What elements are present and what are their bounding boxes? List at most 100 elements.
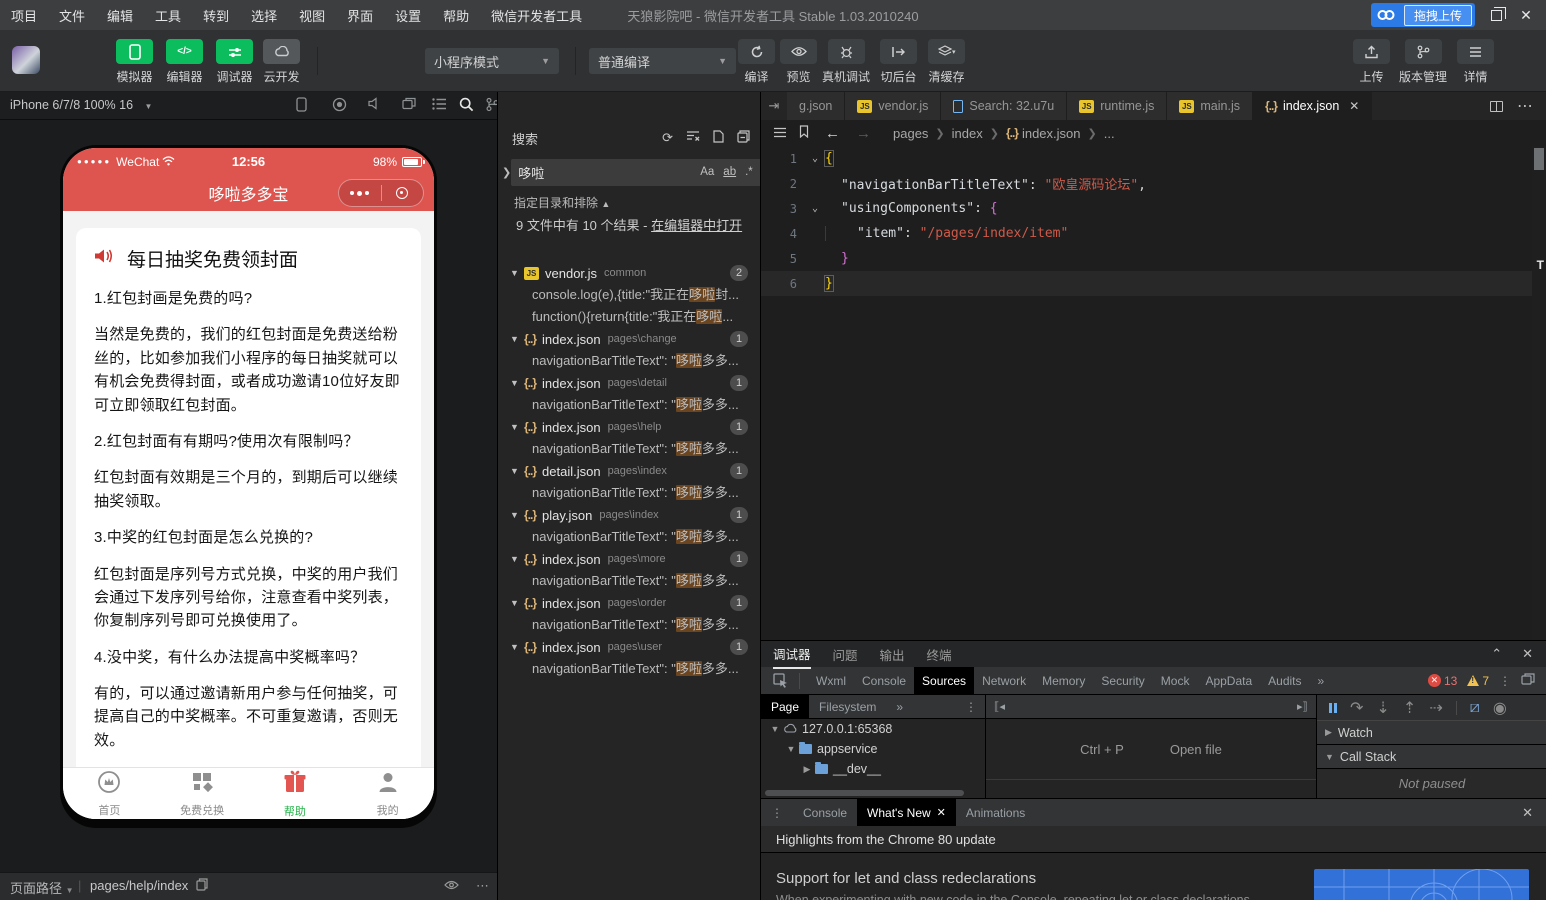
open-in-editor-link[interactable]: 在编辑器中打开 [651,218,742,233]
pin-tab-icon[interactable]: ⇥ [761,92,787,120]
whole-word-button[interactable]: ab [720,165,739,179]
result-group[interactable]: ▼{..} detail.jsonpages\index 1 [498,460,760,482]
devtools-tab-network[interactable]: Network [974,667,1034,694]
menu-devtools[interactable]: 微信开发者工具 [480,6,593,25]
drawer-tab-whats-new[interactable]: What's New✕ [857,799,956,826]
search-match[interactable]: navigationBarTitleText": "哆啦多多... [498,394,760,416]
tab-vendor-js[interactable]: JSvendor.js [845,92,941,120]
result-group[interactable]: ▼{..} play.jsonpages\index 1 [498,504,760,526]
refresh-search-icon[interactable]: ⟳ [662,130,673,146]
bookmark-icon[interactable] [799,125,809,141]
tab-terminal[interactable]: 终端 [927,641,952,668]
result-group[interactable]: ▼{..} index.jsonpages\order 1 [498,592,760,614]
result-group[interactable]: ▼{..} index.jsonpages\change 1 [498,328,760,350]
search-match[interactable]: function(){return{title:"我正在哆啦... [498,306,760,328]
editor-toggle-button[interactable]: </> 编辑器 [166,39,203,85]
search-match[interactable]: navigationBarTitleText": "哆啦多多... [498,570,760,592]
article-thumbnail[interactable] [1314,869,1529,900]
panel-right-icon[interactable]: ▸⟧ [1297,700,1308,713]
tree-horizontal-scrollbar[interactable] [765,790,981,796]
switch-background-button[interactable]: 切后台 [880,39,917,85]
capsule-menu[interactable] [338,179,424,207]
drawer-tab-animations[interactable]: Animations [956,799,1035,826]
compile-button[interactable]: 编译 [738,39,775,85]
visibility-icon[interactable] [444,878,459,893]
article-title[interactable]: Support for let and class redeclarations [776,870,1036,887]
rotate-device-icon[interactable] [296,97,307,115]
search-view-icon[interactable] [459,97,474,115]
deactivate-breakpoints-icon[interactable]: ⧄ [1470,699,1480,717]
tab-home[interactable]: 首页 [63,768,156,819]
open-search-editor-icon[interactable] [713,130,724,146]
menu-project[interactable]: 项目 [0,6,48,25]
tab-free-exchange[interactable]: 免费兑换 [156,768,249,819]
fold-icon[interactable]: ⌄ [805,203,825,214]
clear-cache-button[interactable]: ▾ 清缓存 [928,39,965,85]
upload-button[interactable]: 上传 [1353,39,1390,85]
version-control-button[interactable]: 版本管理 [1399,39,1447,85]
tab-search-editor[interactable]: Search: 32.u7u [941,92,1067,120]
preview-button[interactable]: 预览 [780,39,817,85]
multi-window-icon[interactable] [402,97,416,113]
more-actions-icon[interactable]: ⋯ [1517,96,1533,116]
menu-tools[interactable]: 工具 [144,6,192,25]
sources-tab-filesystem[interactable]: Filesystem [809,695,886,718]
menu-interface[interactable]: 界面 [336,6,384,25]
menu-file[interactable]: 文件 [48,6,96,25]
search-input[interactable] [518,165,694,180]
tree-node-appservice[interactable]: ▼ appservice [761,739,985,759]
search-match[interactable]: navigationBarTitleText": "哆啦多多... [498,438,760,460]
collapse-panel-icon[interactable]: ⌃ [1491,646,1502,662]
result-group[interactable]: ▼{..} index.jsonpages\help 1 [498,416,760,438]
sound-icon[interactable] [368,97,382,113]
drag-upload-button[interactable]: 拖拽上传 [1371,3,1475,27]
warning-count-badge[interactable]: 7 [1467,674,1489,688]
tree-menu-icon[interactable]: ⋮ [965,700,985,714]
tab-profile[interactable]: 我的 [341,768,434,819]
pause-script-icon[interactable] [1329,703,1337,713]
breadcrumb-file[interactable]: index.json [1022,126,1081,141]
close-tab-icon[interactable]: ✕ [1349,99,1359,113]
result-group-vendor[interactable]: ▼JS vendor.jscommon 2 [498,262,760,284]
devtools-tab-audits[interactable]: Audits [1260,667,1309,694]
more-options-icon[interactable]: ⋯ [476,878,489,894]
simulator-toggle-button[interactable]: 模拟器 [116,39,153,85]
drawer-tab-console[interactable]: Console [793,799,857,826]
tab-help[interactable]: 帮助 [249,768,342,819]
inspect-element-icon[interactable] [771,673,789,688]
outline-icon[interactable] [773,126,787,141]
devtools-tab-memory[interactable]: Memory [1034,667,1093,694]
devtools-tab-wxml[interactable]: Wxml [808,667,854,694]
regex-button[interactable]: .* [742,165,756,179]
cloud-dev-button[interactable]: 云开发 [263,39,300,85]
devtools-tab-sources[interactable]: Sources [914,667,974,694]
search-match[interactable]: navigationBarTitleText": "哆啦多多... [498,614,760,636]
match-case-button[interactable]: Aa [697,165,717,179]
devtools-menu-icon[interactable]: ⋮ [1499,674,1511,688]
error-count-badge[interactable]: ✕13 [1428,674,1457,688]
clear-results-icon[interactable] [686,130,700,146]
tab-problems[interactable]: 问题 [833,641,858,668]
devtools-tab-mock[interactable]: Mock [1153,667,1198,694]
close-window-button[interactable]: ✕ [1518,7,1534,24]
menu-settings[interactable]: 设置 [384,6,432,25]
open-file-label[interactable]: Open file [1170,742,1222,757]
restore-window-button[interactable] [1491,10,1502,21]
more-tabs-icon[interactable]: » [1310,667,1333,694]
copy-path-icon[interactable] [196,878,208,894]
step-out-icon[interactable]: ⇡ [1403,698,1416,718]
tree-node-host[interactable]: ▼ 127.0.0.1:65368 [761,719,985,739]
result-group[interactable]: ▼{..} index.jsonpages\more 1 [498,548,760,570]
watch-section-header[interactable]: ▶Watch [1317,721,1546,745]
devtools-tab-security[interactable]: Security [1093,667,1152,694]
sources-tab-page[interactable]: Page [761,695,809,718]
menu-goto[interactable]: 转到 [192,6,240,25]
real-device-debug-button[interactable]: 真机调试 [822,39,870,85]
fold-icon[interactable]: ⌄ [805,153,825,164]
exit-circle-icon[interactable] [382,187,424,199]
tab-runtime-js[interactable]: JSruntime.js [1067,92,1167,120]
search-match[interactable]: navigationBarTitleText": "哆啦多多... [498,350,760,372]
pause-on-exceptions-icon[interactable]: ◉ [1493,698,1507,718]
expand-replace-icon[interactable]: ❯ [502,166,511,179]
result-group[interactable]: ▼{..} index.jsonpages\detail 1 [498,372,760,394]
